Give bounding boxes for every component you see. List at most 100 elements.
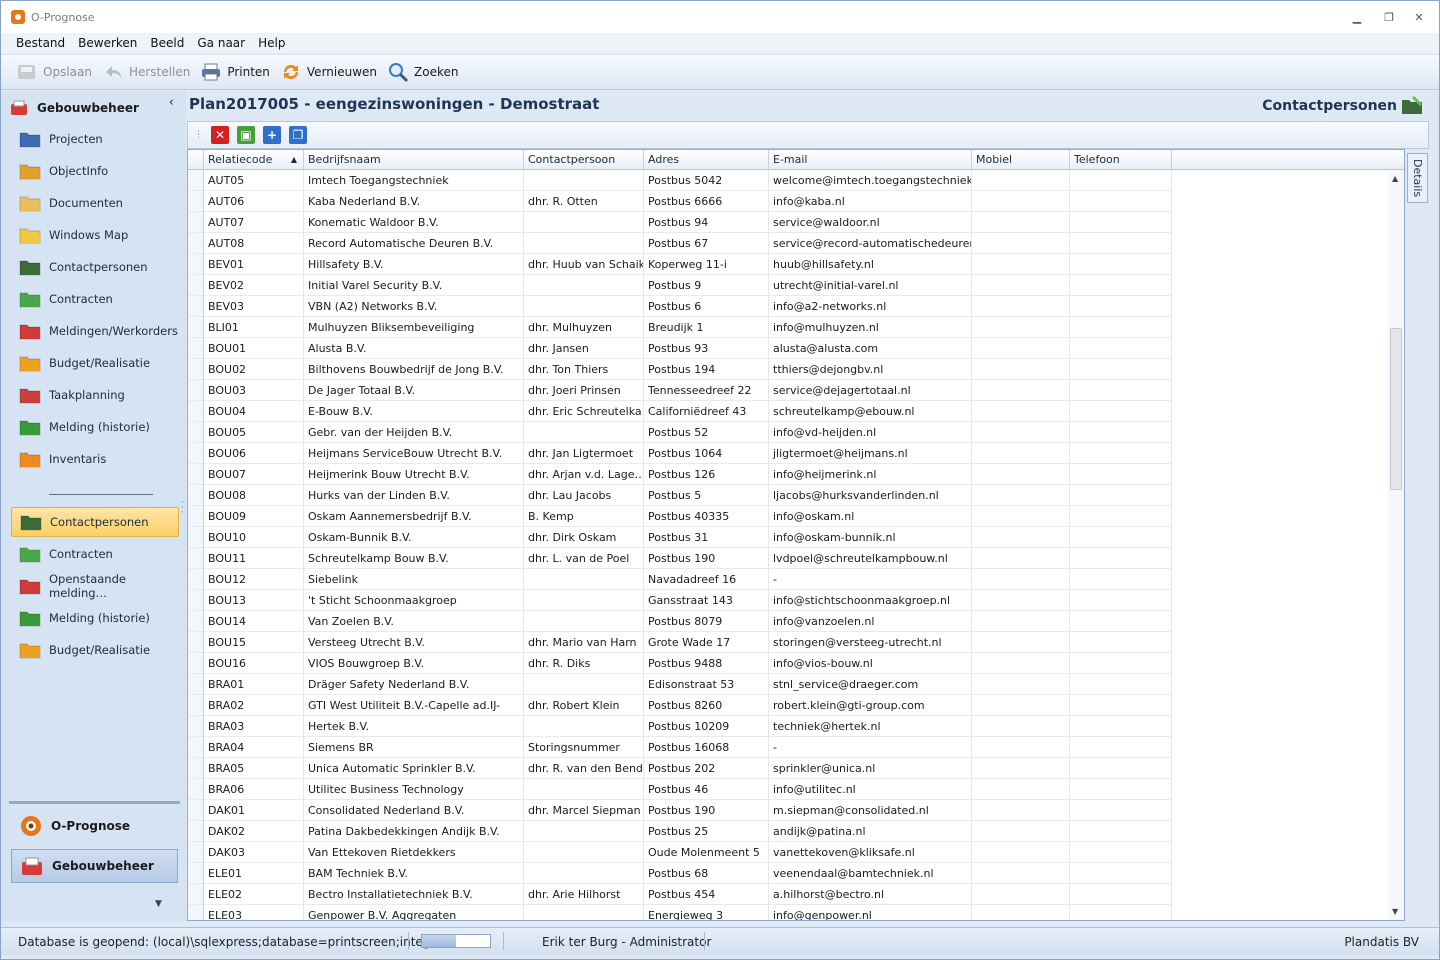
- cell-telefoon[interactable]: [1070, 233, 1172, 254]
- cell-telefoon[interactable]: [1070, 296, 1172, 317]
- row-indicator[interactable]: [188, 569, 204, 590]
- cell-bedrijfsnaam[interactable]: Siebelink: [304, 569, 524, 590]
- cell-telefoon[interactable]: [1070, 464, 1172, 485]
- cell-telefoon[interactable]: [1070, 506, 1172, 527]
- cell-adres[interactable]: Postbus 46: [644, 779, 769, 800]
- cell-contactpersoon[interactable]: [524, 674, 644, 695]
- cell-telefoon[interactable]: [1070, 380, 1172, 401]
- table-row[interactable]: AUT06 Kaba Nederland B.V. dhr. R. Otten Pos…: [188, 191, 1388, 212]
- menu-help[interactable]: Help: [258, 36, 285, 50]
- cell-bedrijfsnaam[interactable]: Van Zoelen B.V.: [304, 611, 524, 632]
- maximize-icon[interactable]: ❐: [1381, 9, 1397, 25]
- cell-bedrijfsnaam[interactable]: Heijmerink Bouw Utrecht B.V.: [304, 464, 524, 485]
- cell-telefoon[interactable]: [1070, 905, 1172, 920]
- table-row[interactable]: BOU01 Alusta B.V. dhr. Jansen Postbus 93 alu…: [188, 338, 1388, 359]
- table-row[interactable]: BRA04 Siemens BR Storingsnummer Postbus 160…: [188, 737, 1388, 758]
- cell-mobiel[interactable]: [972, 548, 1070, 569]
- cell-e-mail[interactable]: stnl_service@draeger.com: [769, 674, 972, 695]
- cell-e-mail[interactable]: service@dejagertotaal.nl: [769, 380, 972, 401]
- cell-mobiel[interactable]: [972, 821, 1070, 842]
- cell-e-mail[interactable]: info@mulhuyzen.nl: [769, 317, 972, 338]
- cell-bedrijfsnaam[interactable]: Schreutelkamp Bouw B.V.: [304, 548, 524, 569]
- cell-adres[interactable]: Postbus 93: [644, 338, 769, 359]
- cell-e-mail[interactable]: schreutelkamp@ebouw.nl: [769, 401, 972, 422]
- cell-mobiel[interactable]: [972, 401, 1070, 422]
- row-indicator[interactable]: [188, 632, 204, 653]
- cell-mobiel[interactable]: [972, 464, 1070, 485]
- cell-adres[interactable]: Postbus 67: [644, 233, 769, 254]
- cell-relatiecode[interactable]: BOU01: [204, 338, 304, 359]
- column-header-bedrijfsnaam[interactable]: Bedrijfsnaam: [304, 150, 524, 170]
- cell-telefoon[interactable]: [1070, 569, 1172, 590]
- nav-item-contracten[interactable]: Contracten: [11, 284, 179, 314]
- cell-e-mail[interactable]: service@waldoor.nl: [769, 212, 972, 233]
- cell-telefoon[interactable]: [1070, 611, 1172, 632]
- cell-bedrijfsnaam[interactable]: Mulhuyzen Bliksembeveiliging: [304, 317, 524, 338]
- table-row[interactable]: ELE01 BAM Techniek B.V. Postbus 68 veenenda…: [188, 863, 1388, 884]
- cell-adres[interactable]: Gansstraat 143: [644, 590, 769, 611]
- cell-mobiel[interactable]: [972, 800, 1070, 821]
- cell-telefoon[interactable]: [1070, 590, 1172, 611]
- cell-contactpersoon[interactable]: B. Kemp: [524, 506, 644, 527]
- table-row[interactable]: BLI01 Mulhuyzen Bliksembeveiliging dhr. Mu…: [188, 317, 1388, 338]
- print-button[interactable]: Printen: [200, 61, 270, 83]
- cell-contactpersoon[interactable]: dhr. Arjan v.d. Lage…: [524, 464, 644, 485]
- row-indicator[interactable]: [188, 233, 204, 254]
- cell-mobiel[interactable]: [972, 212, 1070, 233]
- cell-telefoon[interactable]: [1070, 401, 1172, 422]
- row-indicator[interactable]: [188, 884, 204, 905]
- cell-telefoon[interactable]: [1070, 170, 1172, 191]
- cell-telefoon[interactable]: [1070, 422, 1172, 443]
- cell-contactpersoon[interactable]: dhr. Dirk Oskam: [524, 527, 644, 548]
- cell-bedrijfsnaam[interactable]: Siemens BR: [304, 737, 524, 758]
- cell-contactpersoon[interactable]: dhr. L. van de Poel: [524, 548, 644, 569]
- cell-bedrijfsnaam[interactable]: Unica Automatic Sprinkler B.V.: [304, 758, 524, 779]
- favorite-item-budget-realisatie[interactable]: Budget/Realisatie: [11, 635, 179, 665]
- table-row[interactable]: DAK03 Van Ettekoven Rietdekkers Oude Molen…: [188, 842, 1388, 863]
- table-row[interactable]: BOU03 De Jager Totaal B.V. dhr. Joeri Prin…: [188, 380, 1388, 401]
- table-row[interactable]: DAK01 Consolidated Nederland B.V. dhr. Mar…: [188, 800, 1388, 821]
- table-row[interactable]: BOU16 VIOS Bouwgroep B.V. dhr. R. Diks Post…: [188, 653, 1388, 674]
- cell-contactpersoon[interactable]: dhr. Jan Ligtermoet: [524, 443, 644, 464]
- cell-relatiecode[interactable]: BOU07: [204, 464, 304, 485]
- cell-contactpersoon[interactable]: [524, 905, 644, 920]
- row-indicator[interactable]: [188, 863, 204, 884]
- cell-bedrijfsnaam[interactable]: BAM Techniek B.V.: [304, 863, 524, 884]
- table-row[interactable]: BRA01 Dräger Safety Nederland B.V. Edisons…: [188, 674, 1388, 695]
- cell-bedrijfsnaam[interactable]: Consolidated Nederland B.V.: [304, 800, 524, 821]
- cell-telefoon[interactable]: [1070, 275, 1172, 296]
- cell-mobiel[interactable]: [972, 716, 1070, 737]
- add-icon[interactable]: +: [263, 126, 281, 144]
- search-button[interactable]: Zoeken: [387, 61, 459, 83]
- cell-adres[interactable]: Postbus 8260: [644, 695, 769, 716]
- cell-adres[interactable]: Postbus 10209: [644, 716, 769, 737]
- cell-mobiel[interactable]: [972, 905, 1070, 920]
- cell-e-mail[interactable]: -: [769, 569, 972, 590]
- cell-adres[interactable]: Postbus 202: [644, 758, 769, 779]
- cell-bedrijfsnaam[interactable]: Oskam Aannemersbedrijf B.V.: [304, 506, 524, 527]
- cell-e-mail[interactable]: info@vd-heijden.nl: [769, 422, 972, 443]
- cell-relatiecode[interactable]: BEV03: [204, 296, 304, 317]
- cell-contactpersoon[interactable]: dhr. Mario van Harn: [524, 632, 644, 653]
- cell-contactpersoon[interactable]: [524, 170, 644, 191]
- nav-item-contactpersonen[interactable]: Contactpersonen: [11, 252, 179, 282]
- module-button-gebouwbeheer[interactable]: Gebouwbeheer: [11, 849, 178, 883]
- cell-mobiel[interactable]: [972, 842, 1070, 863]
- cell-bedrijfsnaam[interactable]: Genpower B.V. Aggregaten: [304, 905, 524, 920]
- cell-adres[interactable]: Tennesseedreef 22: [644, 380, 769, 401]
- cell-adres[interactable]: Postbus 25: [644, 821, 769, 842]
- row-indicator[interactable]: [188, 212, 204, 233]
- cell-bedrijfsnaam[interactable]: Hurks van der Linden B.V.: [304, 485, 524, 506]
- cell-contactpersoon[interactable]: dhr. Ton Thiers: [524, 359, 644, 380]
- cell-relatiecode[interactable]: BRA06: [204, 779, 304, 800]
- details-tab[interactable]: Details: [1407, 153, 1428, 203]
- cell-telefoon[interactable]: [1070, 884, 1172, 905]
- cell-adres[interactable]: Postbus 8079: [644, 611, 769, 632]
- row-indicator[interactable]: [188, 548, 204, 569]
- cell-adres[interactable]: Postbus 454: [644, 884, 769, 905]
- cell-relatiecode[interactable]: BRA01: [204, 674, 304, 695]
- cell-e-mail[interactable]: huub@hillsafety.nl: [769, 254, 972, 275]
- column-header-telefoon[interactable]: Telefoon: [1070, 150, 1172, 170]
- cell-bedrijfsnaam[interactable]: Record Automatische Deuren B.V.: [304, 233, 524, 254]
- cell-adres[interactable]: Postbus 190: [644, 800, 769, 821]
